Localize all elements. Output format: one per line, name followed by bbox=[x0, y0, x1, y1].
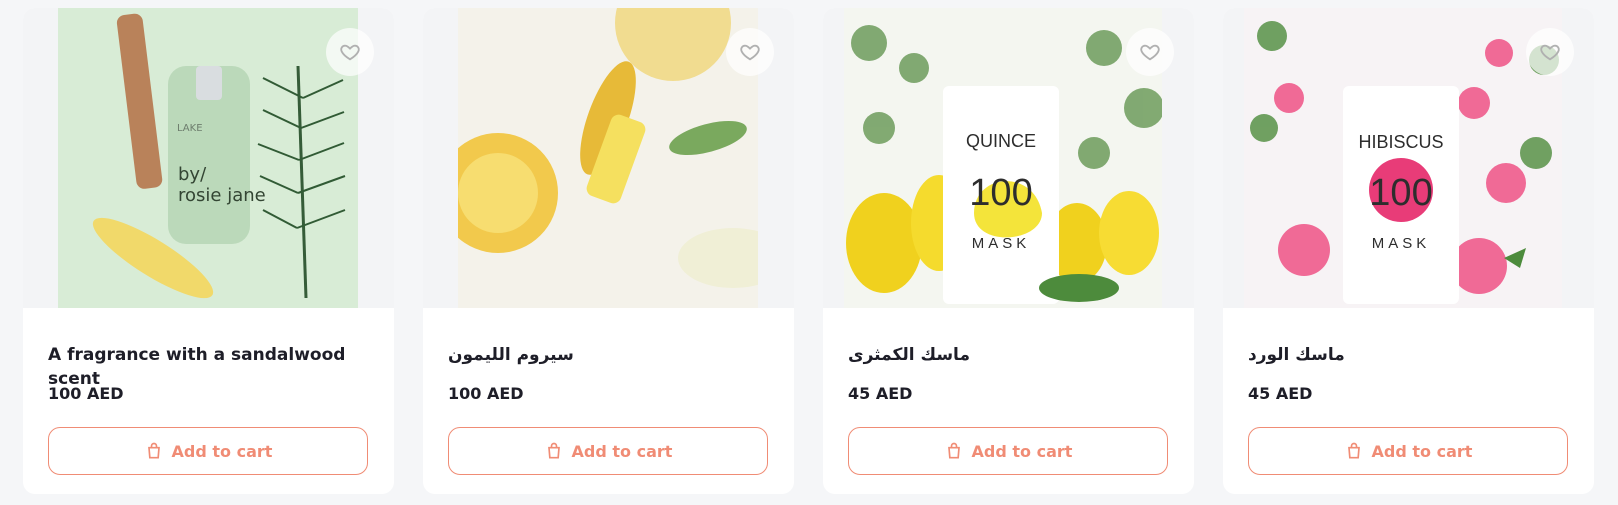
add-to-cart-button[interactable]: Add to cart bbox=[48, 427, 368, 475]
mask-name-text: QUINCE bbox=[966, 131, 1036, 151]
add-to-cart-button[interactable]: Add to cart bbox=[848, 427, 1168, 475]
product-title: سيروم الليمون bbox=[448, 345, 574, 365]
product-media[interactable]: HIBISCUS 100 MASK bbox=[1223, 8, 1594, 308]
wishlist-button[interactable] bbox=[1126, 28, 1174, 76]
product-price: 45 AED bbox=[1248, 384, 1313, 403]
add-to-cart-label: Add to cart bbox=[971, 441, 1073, 461]
mask-label-text: MASK bbox=[1372, 235, 1431, 252]
product-card[interactable]: LAKE by/ rosie jane A fragrance with a s… bbox=[23, 8, 394, 494]
product-image[interactable]: HIBISCUS 100 MASK bbox=[1244, 8, 1562, 308]
heart-icon bbox=[340, 44, 360, 61]
shopping-bag-icon bbox=[147, 442, 160, 459]
add-to-cart-button[interactable]: Add to cart bbox=[448, 427, 768, 475]
product-price: 100 AED bbox=[448, 384, 524, 403]
label-brand-name: rosie jane bbox=[178, 185, 266, 206]
wishlist-button[interactable] bbox=[326, 28, 374, 76]
product-image[interactable]: QUINCE 100 MASK bbox=[844, 8, 1162, 308]
heart-icon bbox=[740, 44, 760, 61]
product-grid: LAKE by/ rosie jane A fragrance with a s… bbox=[23, 8, 1594, 494]
product-price: 100 AED bbox=[48, 384, 124, 403]
add-to-cart-button[interactable]: Add to cart bbox=[1248, 427, 1568, 475]
heart-icon bbox=[1140, 44, 1160, 61]
product-card[interactable]: QUINCE 100 MASK ماسك الكمثرى 45 AED Add … bbox=[823, 8, 1194, 494]
wishlist-button[interactable] bbox=[1526, 28, 1574, 76]
mask-number-text: 100 bbox=[969, 172, 1032, 214]
label-brand-text: LAKE bbox=[177, 123, 203, 134]
add-to-cart-label: Add to cart bbox=[1371, 441, 1473, 461]
product-media[interactable] bbox=[423, 8, 794, 308]
heart-icon bbox=[1540, 44, 1560, 61]
product-media[interactable]: LAKE by/ rosie jane bbox=[23, 8, 394, 308]
product-image[interactable]: LAKE by/ rosie jane bbox=[58, 8, 358, 308]
add-to-cart-label: Add to cart bbox=[571, 441, 673, 461]
shopping-bag-icon bbox=[947, 442, 960, 459]
product-media[interactable]: QUINCE 100 MASK bbox=[823, 8, 1194, 308]
shopping-bag-icon bbox=[1347, 442, 1360, 459]
product-card[interactable]: سيروم الليمون 100 AED Add to cart bbox=[423, 8, 794, 494]
shopping-bag-icon bbox=[547, 442, 560, 459]
product-price: 45 AED bbox=[848, 384, 913, 403]
mask-number-text: 100 bbox=[1369, 172, 1432, 214]
add-to-cart-label: Add to cart bbox=[171, 441, 273, 461]
product-title: ماسك الكمثرى bbox=[848, 345, 970, 365]
mask-name-text: HIBISCUS bbox=[1358, 132, 1443, 152]
label-by-text: by/ bbox=[178, 164, 207, 185]
product-image[interactable] bbox=[458, 8, 758, 308]
product-card[interactable]: HIBISCUS 100 MASK ماسك الورد 45 AED Add … bbox=[1223, 8, 1594, 494]
wishlist-button[interactable] bbox=[726, 28, 774, 76]
product-title: ماسك الورد bbox=[1248, 345, 1345, 365]
mask-label-text: MASK bbox=[972, 235, 1031, 252]
